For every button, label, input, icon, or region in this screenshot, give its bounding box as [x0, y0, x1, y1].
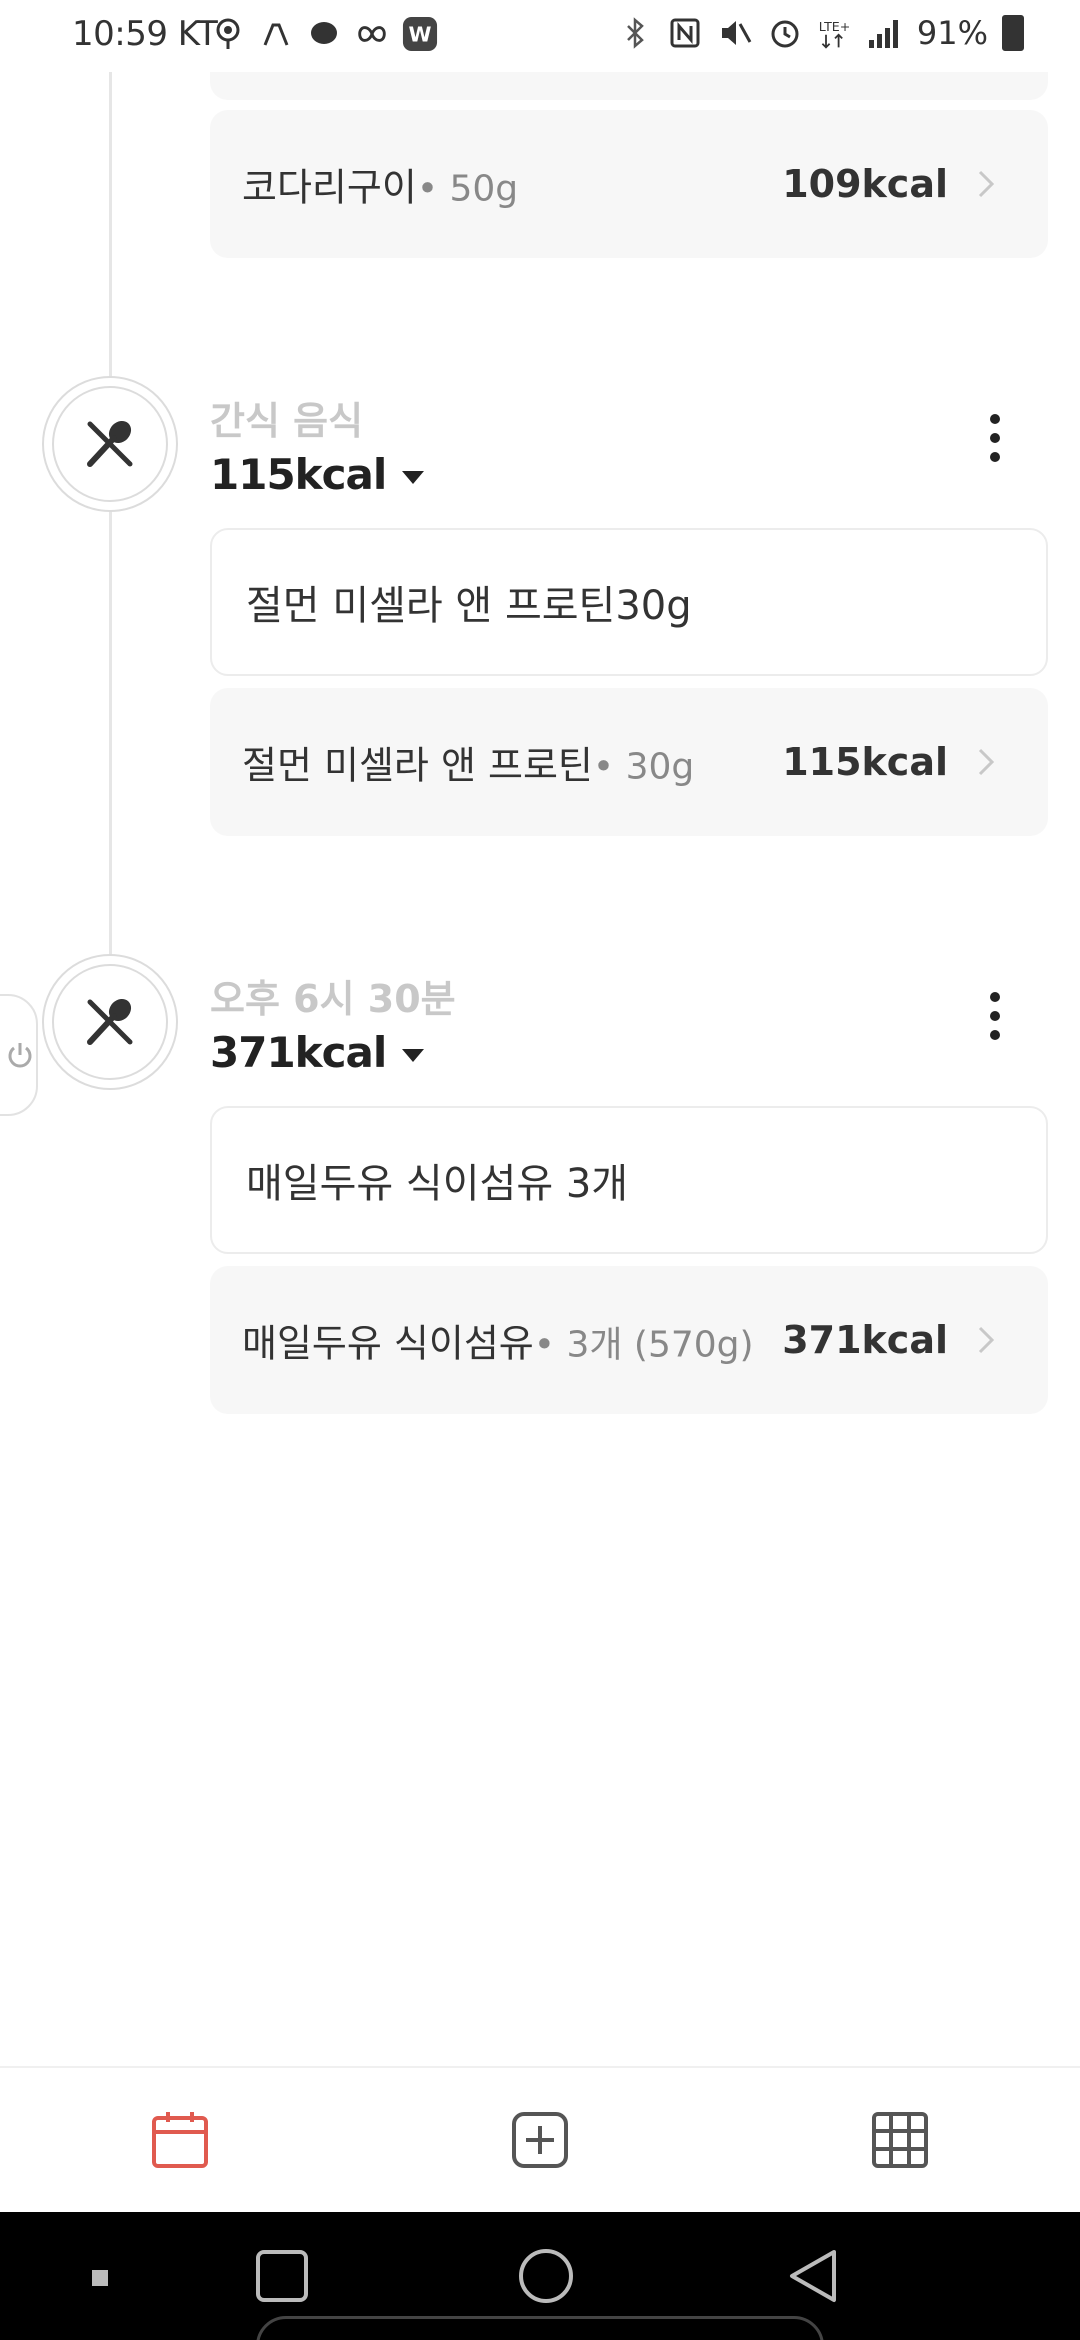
side-panel-handle[interactable]	[0, 994, 38, 1116]
svg-text:LTE+: LTE+	[819, 19, 850, 34]
meal-kcal-dropdown[interactable]: 115kcal	[210, 450, 425, 499]
meal-input-text: 매일두유 식이섬유 3개	[246, 1161, 629, 1207]
meal-time-label: 오후 6시 30분	[210, 977, 456, 1021]
phone-icon	[258, 16, 294, 52]
vibrate-icon	[717, 15, 753, 51]
home-icon[interactable]	[516, 2246, 576, 2306]
notification-dot-icon[interactable]	[92, 2270, 108, 2286]
food-amount: • 30g	[592, 746, 695, 788]
nfc-icon	[667, 15, 703, 51]
food-name: 코다리구이	[242, 165, 417, 210]
map-pin-icon	[210, 16, 246, 52]
lte-icon: LTE+	[817, 15, 853, 51]
more-options-icon[interactable]	[980, 986, 1010, 1046]
food-name: 매일두유 식이섬유	[242, 1321, 534, 1366]
food-name: 절먼 미셀라 앤 프로틴	[242, 743, 593, 788]
signal-icon	[867, 15, 903, 51]
chat-bubble-icon	[306, 16, 342, 52]
chevron-right-icon	[978, 748, 995, 776]
back-icon[interactable]	[784, 2246, 840, 2306]
food-item-row[interactable]: 절먼 미셀라 앤 프로틴• 30g 115kcal	[210, 688, 1048, 836]
caret-down-icon	[402, 1049, 425, 1062]
bluetooth-icon	[617, 15, 653, 51]
food-item-row[interactable]: 코다리구이• 50g 109kcal	[210, 110, 1048, 258]
caret-down-icon	[402, 471, 425, 484]
svg-text:W: W	[409, 23, 432, 47]
battery-icon	[1002, 15, 1024, 51]
add-square-icon[interactable]	[508, 2108, 572, 2172]
gesture-pill	[256, 2316, 824, 2340]
calendar-icon[interactable]	[148, 2108, 212, 2172]
notification-icons: W	[210, 16, 438, 52]
alarm-icon	[767, 15, 803, 51]
system-indicators: LTE+ 91%	[617, 14, 1024, 52]
system-nav-bar	[0, 2212, 1080, 2340]
timeline-line	[109, 72, 112, 1032]
food-item-row[interactable]: 매일두유 식이섬유• 3개 (570g) 371kcal	[210, 1266, 1048, 1414]
food-kcal: 115kcal	[782, 740, 948, 784]
fork-spoon-icon	[87, 998, 133, 1045]
food-amount: • 3개 (570g)	[533, 1324, 754, 1366]
grid-icon[interactable]	[868, 2108, 932, 2172]
infinity-icon	[354, 16, 390, 52]
meal-input-box[interactable]: 매일두유 식이섬유 3개	[210, 1106, 1048, 1254]
w-app-icon: W	[402, 16, 438, 52]
meal-icon	[42, 954, 178, 1090]
bottom-nav	[0, 2066, 1080, 2212]
status-bar: 10:59 KT W LTE+ 91%	[0, 0, 1080, 72]
fork-spoon-icon	[87, 420, 133, 467]
recents-icon[interactable]	[254, 2248, 310, 2304]
food-amount: • 50g	[416, 168, 519, 210]
meal-time-label: 간식 음식	[210, 399, 364, 443]
chevron-right-icon	[978, 170, 995, 198]
meal-kcal-dropdown[interactable]: 371kcal	[210, 1028, 425, 1077]
power-icon	[8, 1043, 32, 1068]
meal-input-box[interactable]: 절먼 미셀라 앤 프로틴30g	[210, 528, 1048, 676]
meal-icon	[42, 376, 178, 512]
food-kcal: 371kcal	[782, 1318, 948, 1362]
battery-percent: 91%	[916, 14, 988, 52]
status-time: 10:59 KT	[72, 14, 218, 54]
chevron-right-icon	[978, 1326, 995, 1354]
meal-input-text: 절먼 미셀라 앤 프로틴30g	[246, 583, 692, 629]
more-options-icon[interactable]	[980, 408, 1010, 468]
food-kcal: 109kcal	[782, 162, 948, 206]
